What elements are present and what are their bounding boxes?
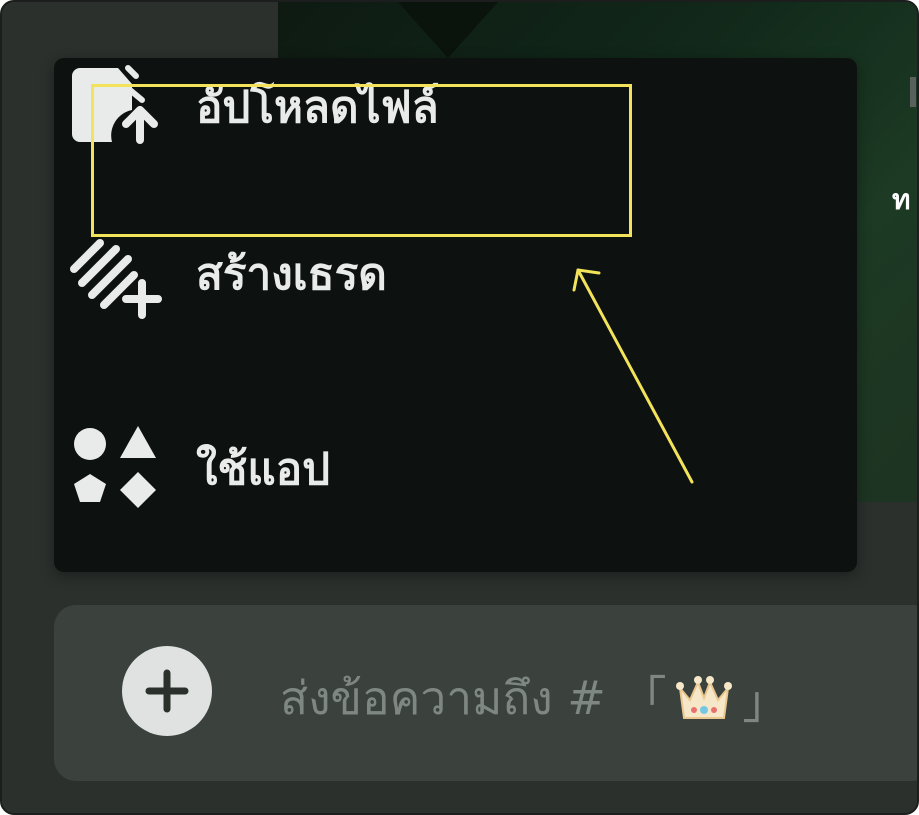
menu-item-upload-file[interactable]: อัปโหลดไฟล์ <box>70 62 439 152</box>
placeholder-text: ส่งข้อความถึง # 「 <box>280 671 667 725</box>
background-mark <box>910 77 916 107</box>
app-window: ท อัปโหลดไฟล์ สร้างเธรด ใช้แอป ส่งข้อควา… <box>0 0 919 815</box>
menu-item-label: อัปโหลดไฟล์ <box>196 82 439 133</box>
create-thread-icon <box>70 229 162 319</box>
plus-icon <box>145 669 189 713</box>
menu-item-label: ใช้แอป <box>196 444 331 495</box>
menu-item-label: สร้างเธรด <box>196 249 387 300</box>
background-text: ท <box>892 183 911 216</box>
add-attachment-button[interactable] <box>122 646 212 736</box>
crown-emoji-icon <box>674 674 734 724</box>
placeholder-text-suffix: 」 <box>742 674 789 729</box>
apps-icon <box>70 424 162 514</box>
upload-file-icon <box>70 62 162 152</box>
menu-item-create-thread[interactable]: สร้างเธรด <box>70 229 387 319</box>
background-shape <box>398 2 498 58</box>
menu-item-use-apps[interactable]: ใช้แอป <box>70 424 330 514</box>
message-input-placeholder[interactable]: ส่งข้อความถึง # 「 」 <box>280 662 788 735</box>
